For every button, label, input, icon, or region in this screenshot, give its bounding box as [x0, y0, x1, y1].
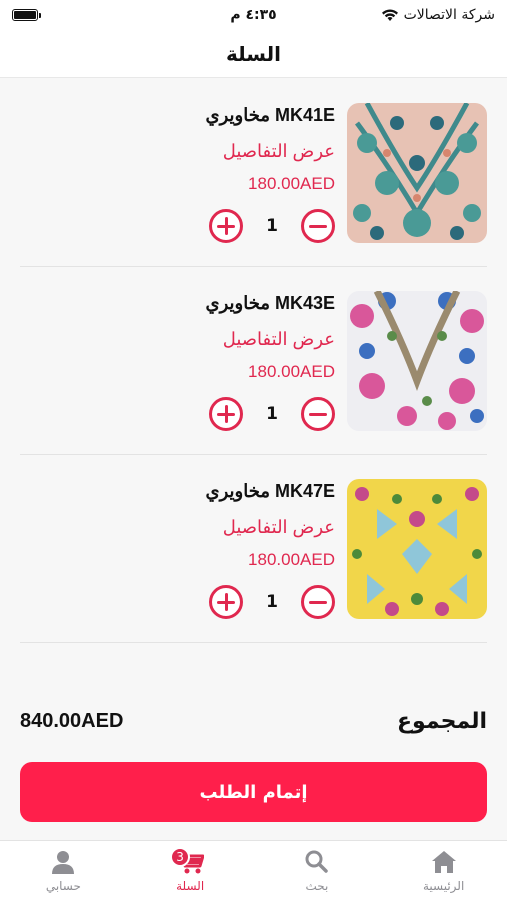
quantity-value: 1	[266, 404, 278, 424]
tab-bar: حسابي 3 السلة بحث الرئيسية	[0, 840, 507, 900]
total-value: 840.00AED	[20, 709, 124, 732]
quantity-stepper: 1	[209, 209, 335, 243]
checkout-button[interactable]: إتمام الطلب	[20, 762, 487, 822]
tab-cart[interactable]: 3 السلة	[127, 841, 254, 900]
quantity-stepper: 1	[209, 585, 335, 619]
cart-badge: 3	[170, 847, 191, 867]
product-name: مخاويري MK41E	[205, 105, 336, 125]
tab-search[interactable]: بحث	[254, 841, 381, 900]
tab-label: السلة	[176, 879, 205, 893]
product-price: 180.00AED	[248, 174, 335, 193]
decrease-quantity-button[interactable]	[301, 585, 335, 619]
person-icon	[52, 851, 75, 874]
product-name: مخاويري MK43E	[205, 293, 336, 313]
quantity-value: 1	[266, 592, 278, 612]
increase-quantity-button[interactable]	[209, 209, 243, 243]
increase-quantity-button[interactable]	[209, 397, 243, 431]
carrier-name: شركة الاتصالات	[403, 7, 495, 23]
decrease-quantity-button[interactable]	[301, 397, 335, 431]
quantity-stepper: 1	[209, 397, 335, 431]
product-price: 180.00AED	[248, 550, 335, 569]
decrease-quantity-button[interactable]	[301, 209, 335, 243]
increase-quantity-button[interactable]	[209, 585, 243, 619]
page-title: السلة	[225, 41, 281, 66]
status-bar: ٤:٣٥ م شركة الاتصالات	[0, 0, 507, 30]
product-image[interactable]	[347, 291, 487, 431]
tab-account[interactable]: حسابي	[0, 841, 127, 900]
tab-label: حسابي	[45, 879, 81, 893]
search-icon	[305, 850, 328, 873]
quantity-value: 1	[266, 216, 278, 236]
home-icon	[431, 851, 456, 873]
header: السلة	[0, 30, 507, 78]
wifi-icon	[381, 9, 398, 21]
tab-label: الرئيسية	[422, 879, 465, 893]
product-price: 180.00AED	[248, 362, 335, 381]
product-image[interactable]	[347, 479, 487, 619]
battery-icon	[12, 9, 41, 21]
product-image[interactable]	[347, 103, 487, 243]
view-details-link[interactable]: عرض التفاصيل	[223, 517, 335, 538]
product-name: مخاويري MK47E	[205, 481, 336, 501]
status-time: ٤:٣٥ م	[230, 7, 277, 23]
cart-item: مخاويري MK43E عرض التفاصيل 180.00AED 1	[20, 267, 487, 455]
cart-list: مخاويري MK41E عرض التفاصيل 180.00AED 1 م…	[0, 79, 507, 643]
cart-item: مخاويري MK47E عرض التفاصيل 180.00AED 1	[20, 455, 487, 643]
view-details-link[interactable]: عرض التفاصيل	[223, 141, 335, 162]
view-details-link[interactable]: عرض التفاصيل	[223, 329, 335, 350]
tab-label: بحث	[305, 879, 329, 893]
cart-item: مخاويري MK41E عرض التفاصيل 180.00AED 1	[20, 79, 487, 267]
tab-home[interactable]: الرئيسية	[380, 841, 507, 900]
total-row: 840.00AED المجموع	[20, 704, 487, 738]
total-label: المجموع	[397, 708, 487, 734]
